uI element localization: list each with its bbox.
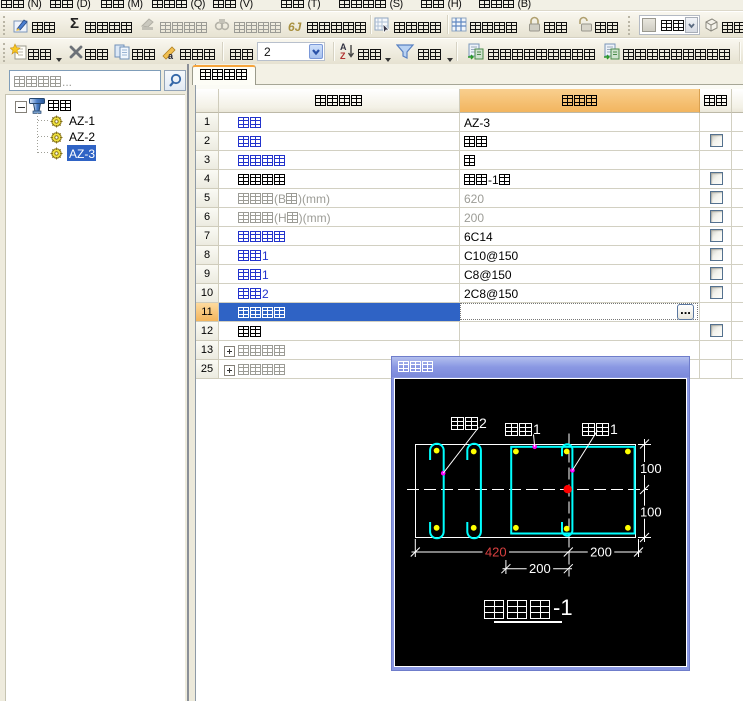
svg-text:200: 200 [590, 544, 612, 559]
svg-text:Z: Z [340, 51, 346, 61]
svg-text:200: 200 [529, 561, 551, 576]
svg-text:420: 420 [484, 544, 506, 559]
svg-text:100: 100 [639, 461, 661, 476]
svg-text:100: 100 [639, 504, 661, 519]
